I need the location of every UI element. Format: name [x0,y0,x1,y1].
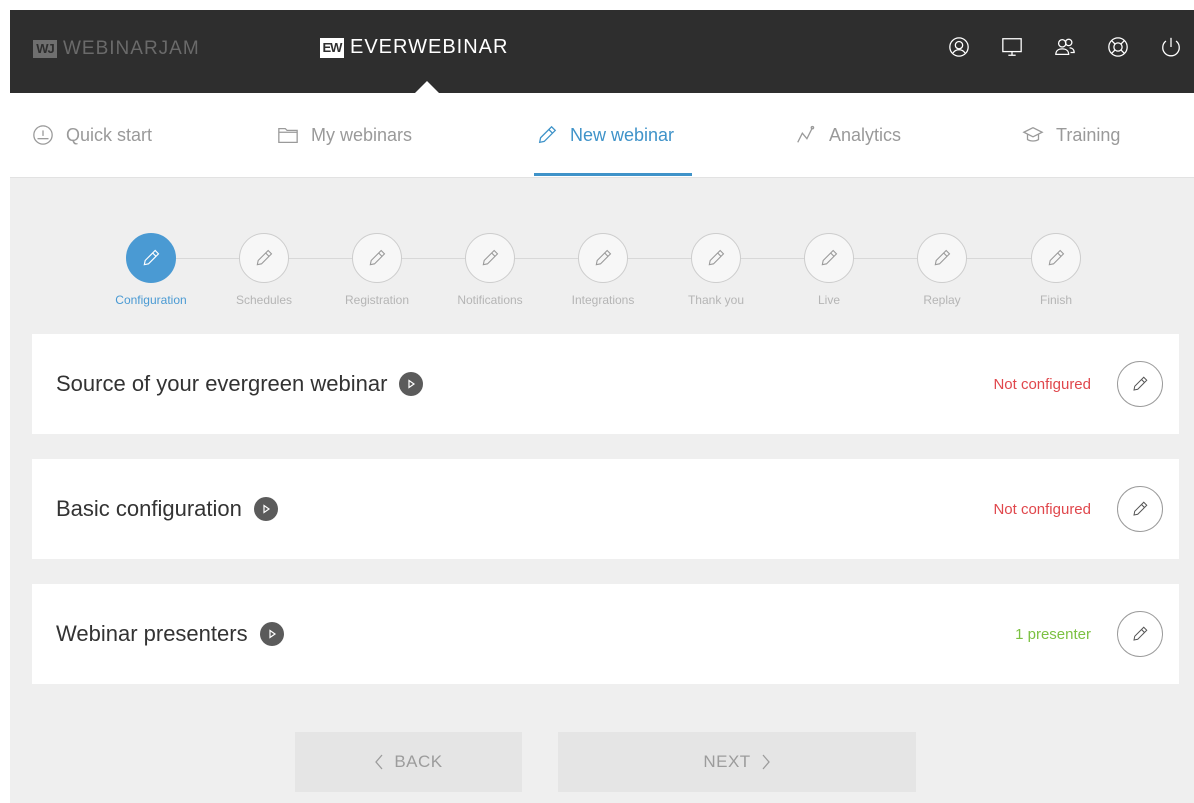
step-thank-you[interactable]: Thank you [661,233,771,307]
everwebinar-brand[interactable]: EW EVERWEBINAR [320,36,508,59]
pencil-icon [1048,249,1065,266]
status-text: Not configured [993,500,1091,518]
nav-active-underline [534,173,692,176]
graduation-cap-icon [1022,126,1044,142]
everwebinar-name: EVERWEBINAR [350,36,509,58]
pencil-icon [369,249,386,266]
step-label: Thank you [687,293,745,307]
nav-training[interactable]: Training [1022,93,1120,177]
pencil-icon [143,249,160,266]
card-webinar-presenters: Webinar presenters 1 presenter [32,584,1179,684]
main-nav: Quick start My webinars New webinar Anal… [10,93,1194,178]
play-video-icon[interactable] [253,497,278,521]
status-text: Not configured [993,375,1091,393]
pencil-icon [934,249,951,266]
app-frame: WJ WEBINARJAM EW EVERWEBINAR Quick start… [10,10,1194,803]
top-icons [946,32,1184,62]
step-finish[interactable]: Finish [1001,233,1111,307]
step-label: Integrations [571,293,635,307]
step-live[interactable]: Live [774,233,884,307]
edit-button[interactable] [1117,486,1163,532]
card-title-row: Webinar presenters [56,584,284,684]
pencil-icon [1133,376,1148,391]
card-basic-configuration: Basic configuration Not configured [32,459,1179,559]
step-circle [691,233,741,283]
step-circle [1031,233,1081,283]
step-label: Live [817,293,840,307]
card-title-row: Basic configuration [56,459,278,559]
card-title: Basic configuration [56,496,242,521]
step-circle [352,233,402,283]
step-schedules[interactable]: Schedules [209,233,319,307]
step-label: Replay [923,293,961,307]
webinarjam-logo: WJ [33,40,57,58]
step-circle [917,233,967,283]
pencil-icon [538,125,557,144]
step-configuration[interactable]: Configuration [96,233,206,307]
user-icon[interactable] [946,32,972,62]
nav-quick-start[interactable]: Quick start [32,93,152,177]
card-title: Webinar presenters [56,621,248,646]
step-label: Configuration [115,293,187,307]
card-source: Source of your evergreen webinar Not con… [32,334,1179,434]
everwebinar-logo: EW [320,37,344,58]
webinarjam-name: WEBINARJAM [63,38,200,59]
step-registration[interactable]: Registration [322,233,432,307]
chart-line-icon [797,125,815,143]
edit-button[interactable] [1117,361,1163,407]
pencil-icon [1133,626,1148,641]
top-bar: WJ WEBINARJAM EW EVERWEBINAR [10,10,1194,93]
status-text: 1 presenter [1015,625,1091,643]
step-circle [804,233,854,283]
pencil-icon [482,249,499,266]
back-button[interactable]: BACK [295,732,522,792]
users-icon[interactable] [1052,32,1078,62]
nav-quick-start-label: Quick start [66,124,153,145]
active-brand-caret [415,81,439,93]
back-button-label: BACK [394,752,443,771]
next-button[interactable]: NEXT [558,732,916,792]
power-icon[interactable] [1158,32,1184,62]
speedometer-icon [33,125,53,145]
pencil-icon [821,249,838,266]
pencil-icon [256,249,273,266]
nav-new-webinar-label: New webinar [570,124,675,145]
monitor-icon[interactable] [999,32,1025,62]
chevron-left-icon [375,754,383,770]
play-video-icon[interactable] [259,622,284,646]
nav-my-webinars[interactable]: My webinars [277,93,412,177]
step-circle [465,233,515,283]
card-title-row: Source of your evergreen webinar [56,334,424,434]
step-label: Notifications [457,293,523,307]
webinarjam-brand[interactable]: WJ WEBINARJAM [33,38,200,60]
main-content: Configuration Schedules Registration Not… [10,178,1194,803]
step-replay[interactable]: Replay [887,233,997,307]
nav-new-webinar[interactable]: New webinar [536,93,674,177]
step-circle [239,233,289,283]
step-integrations[interactable]: Integrations [548,233,658,307]
step-label: Registration [344,293,410,307]
folder-icon [278,127,298,143]
play-video-icon[interactable] [399,372,424,396]
step-label: Finish [1039,293,1072,307]
step-circle [126,233,176,283]
card-title: Source of your evergreen webinar [56,371,388,396]
pencil-icon [708,249,725,266]
nav-analytics-label: Analytics [829,124,902,145]
nav-training-label: Training [1056,124,1121,145]
chevron-right-icon [762,754,770,770]
nav-my-webinars-label: My webinars [311,124,413,145]
step-label: Schedules [235,293,293,307]
wizard-steps: Configuration Schedules Registration Not… [10,220,1194,320]
pencil-icon [595,249,612,266]
step-circle [578,233,628,283]
nav-analytics[interactable]: Analytics [795,93,901,177]
support-icon[interactable] [1105,32,1131,62]
pencil-icon [1133,501,1148,516]
step-notifications[interactable]: Notifications [435,233,545,307]
edit-button[interactable] [1117,611,1163,657]
next-button-label: NEXT [703,752,751,771]
